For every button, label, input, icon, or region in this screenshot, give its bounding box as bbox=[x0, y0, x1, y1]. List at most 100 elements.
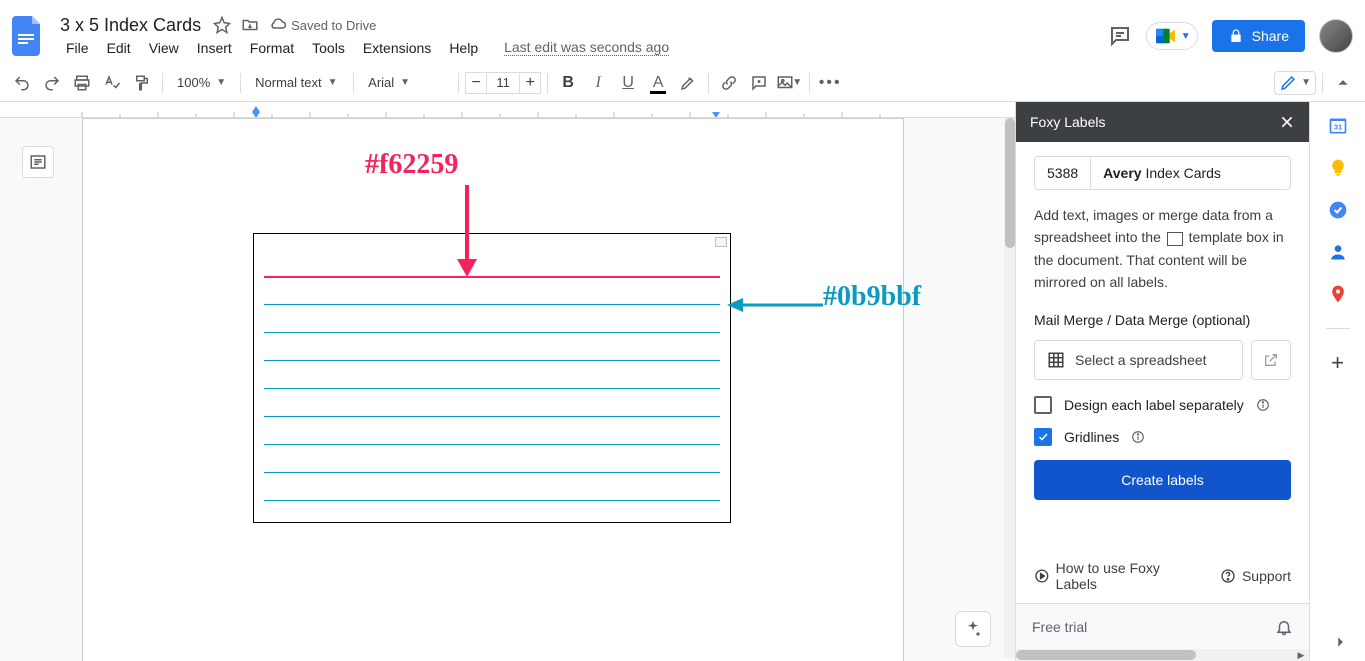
image-button[interactable]: ▼ bbox=[775, 69, 803, 97]
share-label: Share bbox=[1252, 28, 1289, 44]
font-select[interactable]: Arial▼ bbox=[360, 69, 452, 97]
comment-button[interactable] bbox=[745, 69, 773, 97]
card-header-line bbox=[264, 276, 720, 278]
page[interactable]: #f62259 #0b9bbf bbox=[82, 118, 904, 661]
ruler[interactable] bbox=[0, 102, 1015, 118]
text-color-button[interactable]: A bbox=[644, 69, 672, 97]
panel-horizontal-scrollbar[interactable]: ▶ bbox=[1016, 649, 1309, 661]
vertical-scrollbar[interactable] bbox=[1004, 118, 1015, 658]
menu-view[interactable]: View bbox=[143, 38, 185, 58]
highlight-button[interactable] bbox=[674, 69, 702, 97]
show-outline-button[interactable] bbox=[22, 146, 54, 178]
last-edit-link[interactable]: Last edit was seconds ago bbox=[504, 39, 669, 56]
get-addons-button[interactable]: + bbox=[1328, 353, 1348, 373]
separator bbox=[162, 73, 163, 93]
card-rule-line bbox=[264, 304, 720, 305]
index-card[interactable] bbox=[253, 233, 731, 523]
select-spreadsheet-button[interactable]: Select a spreadsheet bbox=[1034, 340, 1243, 380]
hide-side-panel-button[interactable] bbox=[1333, 635, 1347, 649]
template-box-icon bbox=[1167, 232, 1183, 246]
menu-extensions[interactable]: Extensions bbox=[357, 38, 437, 58]
saved-text: Saved to Drive bbox=[291, 18, 376, 33]
menu-insert[interactable]: Insert bbox=[191, 38, 238, 58]
separator bbox=[1322, 73, 1323, 93]
hide-menus-button[interactable] bbox=[1329, 76, 1357, 90]
separator bbox=[353, 73, 354, 93]
template-name: Avery Index Cards bbox=[1091, 157, 1233, 189]
doc-title[interactable]: 3 x 5 Index Cards bbox=[60, 15, 201, 36]
card-rule-line bbox=[264, 332, 720, 333]
underline-button[interactable]: U bbox=[614, 69, 642, 97]
comment-history-icon[interactable] bbox=[1108, 24, 1132, 48]
annotation-teal-hex: #0b9bbf bbox=[823, 281, 921, 313]
info-icon[interactable] bbox=[1131, 430, 1145, 444]
bold-button[interactable]: B bbox=[554, 69, 582, 97]
panel-close-button[interactable] bbox=[1279, 114, 1295, 130]
header: 3 x 5 Index Cards Saved to Drive File Ed… bbox=[0, 0, 1365, 64]
maps-app-icon[interactable] bbox=[1328, 284, 1348, 304]
docs-logo[interactable] bbox=[8, 16, 48, 56]
meet-button[interactable]: ▼ bbox=[1146, 22, 1198, 50]
design-each-label: Design each label separately bbox=[1064, 397, 1244, 413]
tasks-app-icon[interactable] bbox=[1328, 200, 1348, 220]
template-code: 5388 bbox=[1035, 157, 1091, 189]
more-button[interactable]: ••• bbox=[816, 69, 844, 97]
separator bbox=[240, 73, 241, 93]
editing-mode-button[interactable]: ▼ bbox=[1274, 71, 1316, 95]
link-button[interactable] bbox=[715, 69, 743, 97]
support-link[interactable]: Support bbox=[1220, 560, 1291, 592]
separator bbox=[809, 73, 810, 93]
account-avatar[interactable] bbox=[1319, 19, 1353, 53]
font-size-increase[interactable]: + bbox=[519, 72, 541, 94]
panel-footer: Free trial bbox=[1016, 603, 1309, 649]
explore-button[interactable] bbox=[955, 611, 991, 647]
separator bbox=[547, 73, 548, 93]
caret-down-icon: ▼ bbox=[1181, 31, 1191, 42]
svg-text:31: 31 bbox=[1333, 122, 1341, 131]
design-each-checkbox[interactable] bbox=[1034, 396, 1052, 414]
menu-help[interactable]: Help bbox=[443, 38, 484, 58]
card-rule-line bbox=[264, 388, 720, 389]
move-icon[interactable] bbox=[241, 16, 259, 34]
separator bbox=[458, 73, 459, 93]
italic-button[interactable]: I bbox=[584, 69, 612, 97]
card-rule-line bbox=[264, 500, 720, 501]
info-icon[interactable] bbox=[1256, 398, 1270, 412]
contacts-app-icon[interactable] bbox=[1328, 242, 1348, 262]
menu-edit[interactable]: Edit bbox=[101, 38, 137, 58]
card-rule-line bbox=[264, 360, 720, 361]
font-size-decrease[interactable]: − bbox=[465, 72, 487, 94]
zoom-select[interactable]: 100%▼ bbox=[169, 69, 234, 97]
keep-app-icon[interactable] bbox=[1328, 158, 1348, 178]
cloud-status[interactable]: Saved to Drive bbox=[269, 16, 376, 34]
template-selector[interactable]: 5388 Avery Index Cards bbox=[1034, 156, 1291, 190]
card-rule-line bbox=[264, 444, 720, 445]
card-rule-line bbox=[264, 472, 720, 473]
paint-format-button[interactable] bbox=[128, 69, 156, 97]
spellcheck-button[interactable] bbox=[98, 69, 126, 97]
design-each-row: Design each label separately bbox=[1034, 396, 1291, 414]
undo-button[interactable] bbox=[8, 69, 36, 97]
howto-link[interactable]: How to use Foxy Labels bbox=[1034, 560, 1202, 592]
separator bbox=[708, 73, 709, 93]
gridlines-checkbox[interactable] bbox=[1034, 428, 1052, 446]
notifications-icon[interactable] bbox=[1275, 618, 1293, 636]
document-area: #f62259 #0b9bbf bbox=[0, 102, 1015, 661]
gridlines-label: Gridlines bbox=[1064, 429, 1119, 445]
menu-tools[interactable]: Tools bbox=[306, 38, 351, 58]
free-trial-label[interactable]: Free trial bbox=[1032, 619, 1087, 635]
panel-title: Foxy Labels bbox=[1030, 114, 1105, 130]
menu-format[interactable]: Format bbox=[244, 38, 300, 58]
share-button[interactable]: Share bbox=[1212, 20, 1305, 52]
redo-button[interactable] bbox=[38, 69, 66, 97]
print-button[interactable] bbox=[68, 69, 96, 97]
style-select[interactable]: Normal text▼ bbox=[247, 69, 347, 97]
font-size-input[interactable]: 11 bbox=[487, 72, 519, 94]
arrow-pink-icon bbox=[453, 185, 483, 279]
create-labels-button[interactable]: Create labels bbox=[1034, 460, 1291, 500]
calendar-app-icon[interactable]: 31 bbox=[1328, 116, 1348, 136]
card-options-icon[interactable] bbox=[715, 237, 727, 247]
menu-file[interactable]: File bbox=[60, 38, 95, 58]
star-icon[interactable] bbox=[213, 16, 231, 34]
open-external-button[interactable] bbox=[1251, 340, 1291, 380]
